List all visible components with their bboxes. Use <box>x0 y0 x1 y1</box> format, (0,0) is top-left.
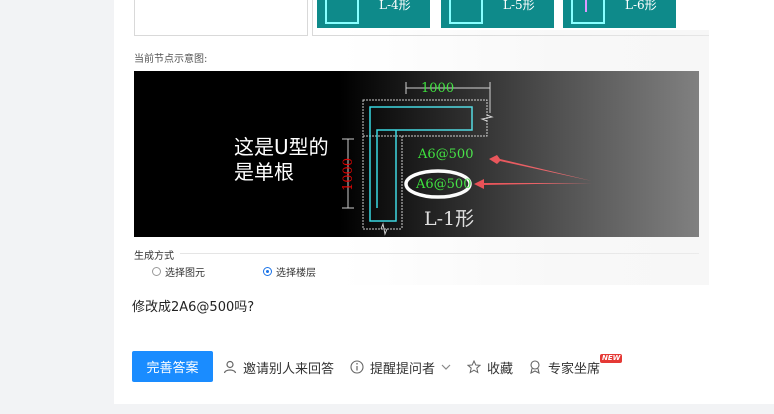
radio-label: 选择楼层 <box>276 268 316 279</box>
dim-left-text: 1000 <box>341 158 356 191</box>
section-divider <box>180 253 699 254</box>
rebar-drawing: 1000 1000 A6@500 A6@500 L-1形 <box>341 81 592 236</box>
radio-select-element[interactable]: 选择图元 <box>152 264 205 279</box>
shape-label: L-1形 <box>424 208 474 230</box>
thumbnail-label: L-5形 <box>503 0 535 12</box>
thumbnail-l4: L-4形 <box>317 0 430 28</box>
thumbnail-label: L-6形 <box>625 0 657 12</box>
thumb-shape-icon <box>325 0 359 24</box>
favorite-link[interactable]: 收藏 <box>467 358 514 377</box>
remind-label: 提醒提问者 <box>370 361 436 377</box>
star-icon <box>467 360 481 374</box>
thumb-marker-icon <box>585 0 587 12</box>
remind-asker-link[interactable]: 提醒提问者 <box>350 358 451 377</box>
radio-label: 选择图元 <box>165 268 205 279</box>
thumbnail-l6: L-6形 <box>563 0 676 28</box>
invite-answer-link[interactable]: 邀请别人来回答 <box>223 358 335 377</box>
invite-label: 邀请别人来回答 <box>243 361 335 377</box>
generation-mode-title: 生成方式 <box>134 251 174 262</box>
red-arrow-upper <box>489 155 592 181</box>
annotation-line-1: 这是U型的 <box>234 135 329 159</box>
chevron-down-icon <box>441 364 451 370</box>
dim-top-text: 1000 <box>421 81 454 96</box>
expert-badge-icon <box>530 360 540 374</box>
radio-selected-icon <box>263 267 272 276</box>
annotation-line-2: 是单根 <box>234 160 294 184</box>
spec-circled-text: A6@500 <box>415 177 471 192</box>
improve-answer-button[interactable]: 完善答案 <box>132 351 213 382</box>
embedded-screenshot: L-4形 L-5形 L-6形 当前节点示意图: 1000 1000 A6@500… <box>120 0 709 285</box>
radio-circle-icon <box>152 267 161 276</box>
expert-label: 专家坐席 <box>548 361 601 377</box>
info-icon <box>350 360 364 374</box>
user-icon <box>223 360 237 374</box>
expert-seat-link[interactable]: 专家坐席 <box>528 358 601 377</box>
thumb-shape-icon <box>571 0 605 24</box>
new-badge: NEW <box>600 354 623 363</box>
question-text: 修改成2A6@500吗? <box>132 300 255 315</box>
thumbnail-label: L-4形 <box>379 0 411 12</box>
node-diagram-caption: 当前节点示意图: <box>134 54 208 65</box>
red-arrow-lower <box>474 179 592 189</box>
thumb-shape-icon <box>449 0 483 24</box>
spec-top-text: A6@500 <box>417 147 473 162</box>
shape-thumbnail-grid: L-4形 L-5形 L-6形 <box>312 0 709 36</box>
thumbnail-l5: L-5形 <box>441 0 554 28</box>
radio-select-floor[interactable]: 选择楼层 <box>263 264 316 279</box>
favorite-label: 收藏 <box>487 361 514 377</box>
left-panel <box>134 0 308 36</box>
cad-diagram: 1000 1000 A6@500 A6@500 L-1形 这是U型的 是单根 <box>134 71 699 237</box>
